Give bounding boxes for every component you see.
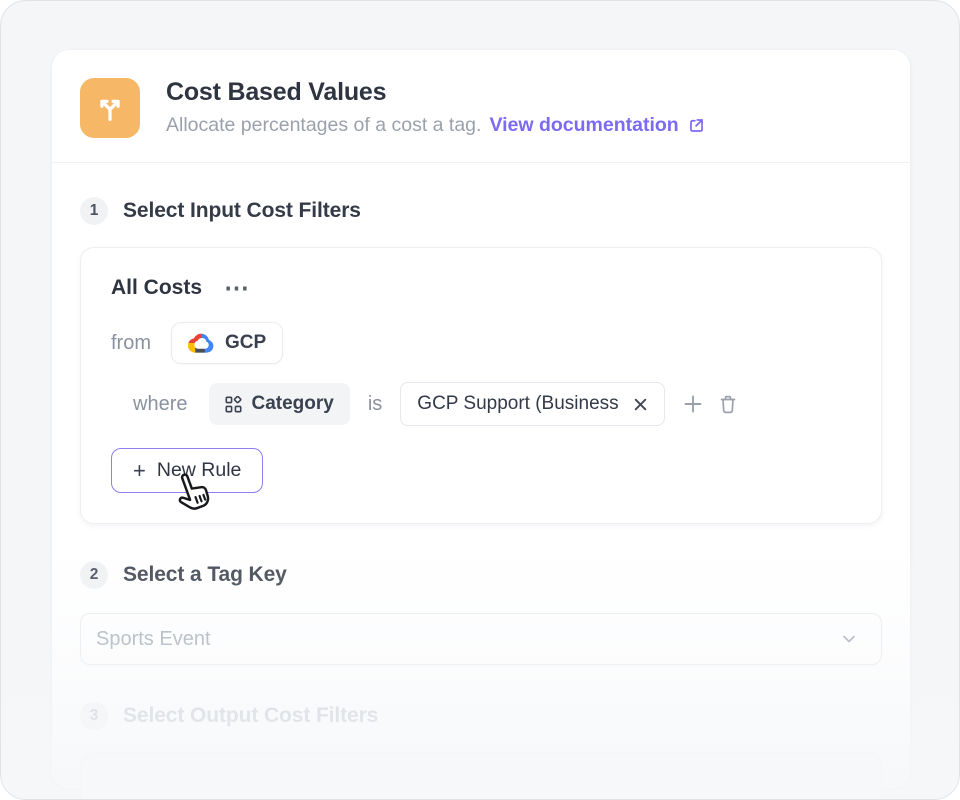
where-label: where: [133, 393, 187, 416]
page-title: Cost Based Values: [166, 78, 706, 107]
step-3-title: Select Output Cost Filters: [123, 704, 378, 728]
operator-label: is: [368, 393, 382, 416]
filter-group-title: All Costs: [111, 276, 202, 300]
split-arrows-icon: [80, 78, 140, 138]
add-filter-button[interactable]: [683, 394, 703, 414]
new-rule-button[interactable]: + New Rule: [111, 448, 263, 493]
external-link-icon: [687, 116, 706, 135]
remove-value-button[interactable]: [633, 397, 648, 412]
cost-based-values-panel: Cost Based Values Allocate percentages o…: [0, 0, 960, 800]
header-text: Cost Based Values Allocate percentages o…: [166, 78, 706, 137]
field-chip-label: Category: [251, 393, 333, 415]
chevron-down-icon: [839, 629, 859, 649]
value-chip-label: GCP Support (Business: [417, 393, 618, 415]
step-1-header: 1 Select Input Cost Filters: [80, 197, 882, 225]
step-1-badge: 1: [80, 197, 108, 225]
header: Cost Based Values Allocate percentages o…: [52, 50, 910, 163]
plus-icon: [683, 394, 703, 414]
view-documentation-link[interactable]: View documentation: [489, 114, 705, 137]
delete-rule-button[interactable]: [718, 394, 738, 415]
gcp-logo-icon: [188, 332, 215, 354]
trash-icon: [718, 394, 738, 415]
provider-chip[interactable]: GCP: [171, 322, 283, 364]
step-2-header: 2 Select a Tag Key: [80, 561, 882, 589]
tag-key-selected-value: Sports Event: [96, 628, 211, 651]
plus-glyph: +: [133, 461, 146, 481]
field-chip[interactable]: Category: [209, 383, 349, 425]
step-3-badge: 3: [80, 702, 108, 730]
step-1-title: Select Input Cost Filters: [123, 199, 361, 223]
filter-menu-button[interactable]: ⋯: [224, 282, 251, 294]
output-cost-filter-card-faded: [80, 752, 882, 800]
input-cost-filter-card: All Costs ⋯ from: [80, 247, 882, 524]
category-grid-icon: [225, 396, 242, 413]
main-card: Cost Based Values Allocate percentages o…: [51, 49, 911, 789]
step-2-title: Select a Tag Key: [123, 563, 287, 587]
from-label: from: [111, 332, 151, 355]
step-2-badge: 2: [80, 561, 108, 589]
provider-chip-label: GCP: [225, 332, 266, 354]
close-icon: [633, 397, 648, 412]
step-3-header: 3 Select Output Cost Filters: [80, 702, 882, 730]
value-chip[interactable]: GCP Support (Business: [400, 382, 664, 426]
page-subtitle: Allocate percentages of a cost a tag.: [166, 114, 481, 137]
tag-key-select[interactable]: Sports Event: [80, 613, 882, 665]
